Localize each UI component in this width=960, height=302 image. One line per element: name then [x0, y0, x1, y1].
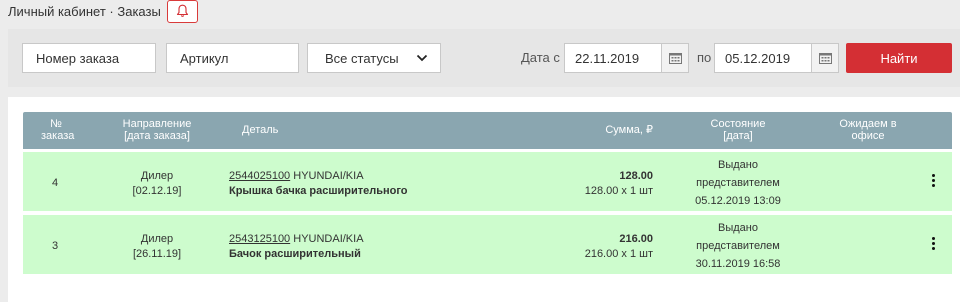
row-menu-icon[interactable] — [927, 237, 939, 253]
sum-calc: 128.00 x 1 шт — [584, 185, 653, 197]
order-number: 3 — [51, 240, 59, 252]
header-direction: Направление [дата заказа] — [122, 118, 192, 142]
article-input[interactable]: Артикул — [166, 43, 299, 73]
sum-cell: 128.00 128.00 x 1 шт — [543, 169, 653, 199]
date-from-input[interactable]: 22.11.2019 — [564, 43, 689, 73]
date-from-value: 22.11.2019 — [575, 50, 640, 66]
header-state: Состояние [дата] — [710, 118, 766, 142]
part-name: Крышка бачка расширительного — [229, 185, 408, 197]
brand: HYUNDAI/KIA — [293, 170, 364, 182]
date-to-calendar-button[interactable] — [811, 44, 838, 72]
state-line1: Выдано — [718, 159, 758, 171]
table-row[interactable]: 3 Дилер [26.11.19] 2543125100 HYUNDAI/KI… — [23, 215, 952, 276]
sum-total: 128.00 — [619, 170, 653, 182]
detail-cell: 2543125100 HYUNDAI/KIA Бачок расширитель… — [229, 232, 364, 262]
filter-bar: Номер заказа Артикул Все статусы Дата с … — [8, 29, 960, 87]
order-number-input[interactable]: Номер заказа — [22, 43, 156, 73]
row-menu-icon[interactable] — [927, 174, 939, 190]
state-date: 30.11.2019 16:58 — [695, 258, 781, 270]
article-placeholder: Артикул — [180, 50, 229, 66]
part-name: Бачок расширительный — [229, 248, 361, 260]
direction: Дилер — [140, 170, 174, 182]
date-from-calendar-button[interactable] — [661, 44, 688, 72]
state-date: 05.12.2019 13:09 — [695, 195, 781, 207]
sum-calc: 216.00 x 1 шт — [584, 248, 653, 260]
state-cell: Выдано представителем 05.12.2019 13:09 — [683, 156, 793, 210]
state-line2: представителем — [696, 177, 780, 189]
chevron-down-icon — [416, 54, 428, 62]
order-number-placeholder: Номер заказа — [36, 50, 120, 66]
article-link[interactable]: 2544025100 — [229, 170, 290, 182]
breadcrumb: Личный кабинет · Заказы — [8, 0, 198, 23]
direction-cell: Дилер [26.11.19] — [99, 232, 215, 262]
direction-cell: Дилер [02.12.19] — [99, 169, 215, 199]
status-select[interactable]: Все статусы — [307, 43, 441, 73]
bell-icon — [176, 4, 188, 17]
state-line1: Выдано — [718, 222, 758, 234]
table-header: № заказа Направление [дата заказа] Детал… — [23, 112, 952, 149]
order-date: [02.12.19] — [132, 185, 182, 197]
order-date: [26.11.19] — [132, 248, 182, 260]
header-office: Ожидаем в офисе — [839, 118, 897, 142]
header-detail: Деталь — [242, 124, 279, 136]
notifications-button[interactable] — [166, 0, 198, 23]
sum-cell: 216.00 216.00 x 1 шт — [543, 232, 653, 262]
date-to-value: 05.12.2019 — [725, 50, 791, 66]
calendar-icon — [668, 52, 682, 64]
direction: Дилер — [140, 233, 174, 245]
detail-cell: 2544025100 HYUNDAI/KIA Крышка бачка расш… — [229, 169, 408, 199]
order-number: 4 — [51, 177, 59, 189]
calendar-icon — [818, 52, 832, 64]
article-link[interactable]: 2543125100 — [229, 233, 290, 245]
date-from-label: Дата с — [521, 50, 560, 65]
header-order-number: № заказа — [41, 118, 75, 142]
date-to-input[interactable]: 05.12.2019 — [714, 43, 839, 73]
header-sum: Сумма, ₽ — [605, 124, 653, 136]
orders-panel: № заказа Направление [дата заказа] Детал… — [8, 97, 960, 302]
brand: HYUNDAI/KIA — [293, 233, 364, 245]
breadcrumb-text: Личный кабинет · Заказы — [8, 3, 161, 19]
sum-total: 216.00 — [619, 233, 653, 245]
status-value: Все статусы — [325, 50, 399, 66]
state-cell: Выдано представителем 30.11.2019 16:58 — [683, 219, 793, 273]
find-button[interactable]: Найти — [846, 43, 952, 73]
date-to-label: по — [697, 50, 712, 65]
state-line2: представителем — [696, 240, 780, 252]
table-row[interactable]: 4 Дилер [02.12.19] 2544025100 HYUNDAI/KI… — [23, 152, 952, 213]
